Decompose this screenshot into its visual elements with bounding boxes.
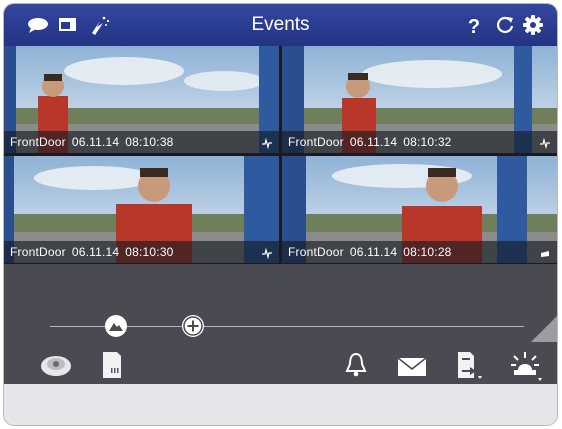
timestamp-bar: FrontDoor 06.11.14 08:10:38	[4, 131, 279, 153]
top-toolbar: Events ?	[4, 4, 557, 46]
camera-dome-icon[interactable]	[40, 350, 72, 378]
event-date: 06.11.14	[349, 135, 398, 149]
network-share-icon[interactable]	[454, 350, 486, 382]
event-date: 06.11.14	[71, 135, 120, 149]
camera-name: FrontDoor	[288, 245, 344, 259]
thumbnail-caption: FrontDoor 06.11.14 08:10:32	[288, 135, 458, 149]
help-icon[interactable]: ?	[462, 13, 486, 38]
refresh-icon[interactable]	[493, 13, 517, 37]
zoom-in-button[interactable]	[182, 315, 204, 337]
sd-card-icon[interactable]	[100, 350, 124, 380]
camera-name: FrontDoor	[288, 135, 344, 149]
camera-name: FrontDoor	[10, 135, 66, 149]
panel-corner-icon[interactable]	[531, 316, 557, 342]
settings-icon[interactable]	[521, 13, 545, 37]
event-thumbnail[interactable]: FrontDoor 06.11.14 08:10:38	[4, 46, 279, 153]
hand-icon	[541, 251, 549, 257]
thumbnail-caption: FrontDoor 06.11.14 08:10:38	[10, 135, 180, 149]
event-time: 08:10:30	[125, 245, 174, 259]
timestamp-bar: FrontDoor 06.11.14 08:10:30	[4, 241, 279, 263]
app-window: Events ? FrontDoor 06.11.14 08:10:38 Fro…	[4, 4, 557, 425]
event-thumbnail[interactable]: FrontDoor 06.11.14 08:10:28	[282, 156, 557, 263]
timestamp-bar: FrontDoor 06.11.14 08:10:32	[282, 131, 557, 153]
activity-icon	[262, 137, 272, 149]
camera-name: FrontDoor	[10, 245, 66, 259]
event-thumbnail[interactable]: FrontDoor 06.11.14 08:10:30	[4, 156, 279, 263]
event-date: 06.11.14	[71, 245, 120, 259]
control-panel	[4, 264, 557, 384]
event-date: 06.11.14	[349, 245, 398, 259]
event-time: 08:10:38	[125, 135, 174, 149]
event-grid: FrontDoor 06.11.14 08:10:38 FrontDoor 06…	[4, 46, 557, 264]
alarm-light-icon[interactable]	[508, 348, 544, 382]
zoom-out-landscape-knob[interactable]	[105, 315, 127, 337]
bell-icon[interactable]	[344, 352, 368, 378]
thumbnail-caption: FrontDoor 06.11.14 08:10:28	[288, 245, 458, 259]
event-time: 08:10:28	[403, 245, 452, 259]
svg-text:?: ?	[468, 16, 480, 37]
thumbnail-caption: FrontDoor 06.11.14 08:10:30	[10, 245, 180, 259]
mail-icon[interactable]	[397, 356, 427, 378]
activity-icon	[540, 137, 550, 149]
timestamp-bar: FrontDoor 06.11.14 08:10:28	[282, 241, 557, 263]
event-time: 08:10:32	[403, 135, 452, 149]
landscape-icon	[109, 323, 123, 331]
plus-icon	[183, 316, 203, 336]
footer-bar	[4, 384, 557, 425]
event-thumbnail[interactable]: FrontDoor 06.11.14 08:10:32	[282, 46, 557, 153]
activity-icon	[262, 247, 272, 259]
